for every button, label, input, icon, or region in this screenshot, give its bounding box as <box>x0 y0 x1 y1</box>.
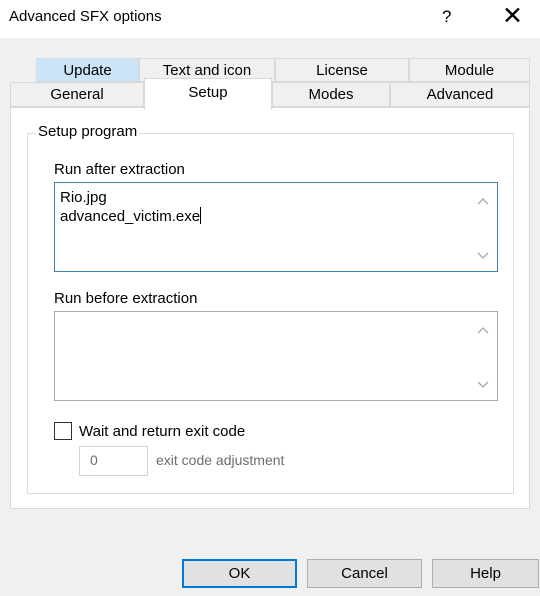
run-after-line-text: advanced_victim.exe <box>60 208 201 225</box>
text-caret <box>200 207 202 224</box>
title-bar: Advanced SFX options ? ✕ <box>0 0 540 38</box>
ok-button[interactable]: OK <box>182 559 297 588</box>
help-button[interactable]: Help <box>432 559 539 588</box>
wait-exit-code-label[interactable]: Wait and return exit code <box>79 423 245 440</box>
scroll-down-icon[interactable] <box>476 380 490 392</box>
run-before-label: Run before extraction <box>54 290 198 307</box>
tab-general[interactable]: General <box>10 82 144 107</box>
tab-module[interactable]: Module <box>409 58 530 82</box>
run-after-line: advanced_victim.exe <box>60 207 492 226</box>
scroll-up-icon[interactable] <box>476 196 490 208</box>
scroll-up-icon[interactable] <box>476 325 490 337</box>
exit-code-label: exit code adjustment <box>156 452 285 468</box>
setup-program-legend: Setup program <box>36 123 140 140</box>
cancel-button[interactable]: Cancel <box>307 559 422 588</box>
run-after-line: Rio.jpg <box>60 189 107 206</box>
run-after-textarea[interactable]: Rio.jpg advanced_victim.exe <box>54 182 498 272</box>
help-icon[interactable]: ? <box>442 7 451 27</box>
wait-exit-code-checkbox[interactable] <box>54 422 72 440</box>
run-after-label: Run after extraction <box>54 161 185 178</box>
scroll-down-icon[interactable] <box>476 251 490 263</box>
run-before-textarea[interactable] <box>54 311 498 401</box>
close-icon[interactable]: ✕ <box>502 2 523 30</box>
tab-setup[interactable]: Setup <box>144 78 272 110</box>
exit-code-input[interactable]: 0 <box>79 446 148 476</box>
window-title: Advanced SFX options <box>9 8 162 25</box>
tab-update[interactable]: Update <box>36 58 139 82</box>
tab-modes[interactable]: Modes <box>272 82 390 107</box>
tab-advanced[interactable]: Advanced <box>390 82 530 107</box>
tab-license[interactable]: License <box>275 58 409 82</box>
